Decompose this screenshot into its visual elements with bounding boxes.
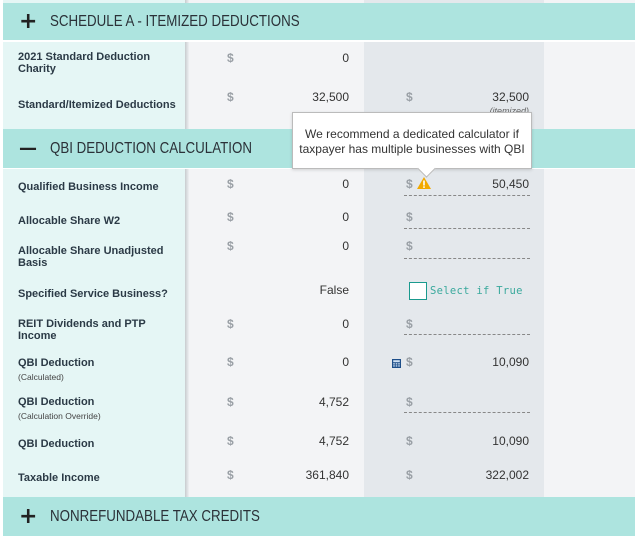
col2-value: 322,002: [485, 468, 529, 482]
currency-symbol: $: [406, 90, 413, 104]
row-label: 2021 Standard Deduction Charity: [18, 51, 151, 75]
expand-plus-icon[interactable]: +: [19, 10, 37, 33]
col2-value: 32,500: [492, 90, 529, 104]
table-row: REIT Dividends and PTP Income $ 0 $: [3, 313, 635, 351]
row-label: QBI Deduction (Calculation Override): [18, 396, 101, 422]
col2-value: 10,090: [492, 434, 529, 448]
reit-input-field[interactable]: $: [364, 313, 544, 351]
table-row: QBI Deduction $ 4,752 $ 10,090: [3, 429, 635, 464]
currency-symbol: $: [406, 177, 413, 191]
currency-symbol: $: [406, 210, 413, 224]
col1-value: 4,752: [318, 434, 349, 448]
currency-symbol: $: [406, 317, 413, 331]
row-label-main: QBI Deduction: [18, 396, 95, 408]
row-label-main: QBI Deduction: [18, 357, 95, 369]
row-label: Taxable Income: [18, 472, 100, 484]
col1-value: 0: [342, 317, 349, 331]
row-label: Allocable Share Unadjusted Basis: [18, 245, 164, 269]
basis-input-field[interactable]: $: [364, 236, 544, 273]
section-title: SCHEDULE A - ITEMIZED DEDUCTIONS: [50, 12, 300, 30]
input-underline: [404, 195, 530, 196]
checkbox-label[interactable]: Select if True: [430, 285, 523, 297]
currency-symbol: $: [227, 395, 234, 409]
col1-value: 0: [342, 177, 349, 191]
warning-icon[interactable]: [417, 177, 431, 189]
table-row: Allocable Share W2 $ 0 $: [3, 203, 635, 236]
currency-symbol: $: [227, 434, 234, 448]
col2-value: 10,090: [492, 355, 529, 369]
section-header-nonrefundable[interactable]: + NONREFUNDABLE TAX CREDITS: [3, 497, 635, 537]
row-sublabel: (Calculation Override): [18, 411, 101, 421]
col1-value: 0: [342, 355, 349, 369]
col1-value: 0: [342, 239, 349, 253]
input-underline: [404, 334, 530, 335]
w2-input-field[interactable]: $: [364, 203, 544, 236]
currency-symbol: $: [227, 468, 234, 482]
col1-value: 4,752: [318, 395, 349, 409]
col1-value: False: [319, 283, 349, 297]
table-row: Taxable Income $ 361,840 $ 322,002: [3, 464, 635, 498]
currency-symbol: $: [406, 355, 413, 369]
section-header-schedule-a[interactable]: + SCHEDULE A - ITEMIZED DEDUCTIONS: [3, 3, 635, 41]
currency-symbol: $: [406, 395, 413, 409]
tooltip-line-2: taxpayer has multiple businesses with QB…: [299, 142, 525, 156]
currency-symbol: $: [227, 317, 234, 331]
currency-symbol: $: [227, 210, 234, 224]
row-sublabel: (Calculated): [18, 372, 64, 382]
col1-value: 361,840: [305, 468, 349, 482]
table-row: Specified Service Business? False Select…: [3, 273, 635, 313]
input-underline: [404, 228, 530, 229]
row-label: REIT Dividends and PTP Income: [18, 318, 146, 342]
row-label: Specified Service Business?: [18, 288, 168, 300]
col1-value: 0: [342, 51, 349, 65]
currency-symbol: $: [406, 434, 413, 448]
qbi-warning-tooltip: We recommend a dedicated calculator if t…: [292, 112, 532, 169]
table-row: QBI Deduction (Calculated) $ 0 $ 10,090: [3, 351, 635, 390]
row-label: Qualified Business Income: [18, 181, 159, 193]
currency-symbol: $: [227, 177, 234, 191]
col1-value: 0: [342, 210, 349, 224]
row-label: QBI Deduction (Calculated): [18, 357, 94, 383]
col1-value: 32,500: [312, 90, 349, 104]
currency-symbol: $: [227, 90, 234, 104]
table-row: QBI Deduction (Calculation Override) $ 4…: [3, 390, 635, 429]
tax-worksheet: + SCHEDULE A - ITEMIZED DEDUCTIONS 2021 …: [3, 0, 635, 539]
collapse-minus-icon[interactable]: —: [19, 139, 37, 158]
qbi-input-field[interactable]: $ 50,450: [364, 169, 544, 203]
col2-value: 50,450: [492, 177, 529, 191]
section-title: NONREFUNDABLE TAX CREDITS: [50, 507, 260, 525]
currency-symbol: $: [406, 468, 413, 482]
row-label: Standard/Itemized Deductions: [18, 99, 176, 111]
currency-symbol: $: [227, 51, 234, 65]
currency-symbol: $: [227, 239, 234, 253]
calculator-icon[interactable]: [392, 359, 401, 368]
row-label: QBI Deduction: [18, 438, 95, 450]
table-row: Qualified Business Income $ 0 $ 50,450: [3, 169, 635, 203]
table-row: 2021 Standard Deduction Charity $ 0: [3, 42, 635, 83]
section-title: QBI DEDUCTION CALCULATION: [50, 139, 252, 157]
qbi-override-input-field[interactable]: $: [364, 390, 544, 429]
currency-symbol: $: [227, 355, 234, 369]
input-underline: [404, 258, 530, 259]
row-label: Allocable Share W2: [18, 215, 121, 227]
input-underline: [404, 412, 530, 413]
currency-symbol: $: [406, 239, 413, 253]
expand-plus-icon[interactable]: +: [19, 505, 37, 528]
table-row: Allocable Share Unadjusted Basis $ 0 $: [3, 236, 635, 273]
tooltip-line-1: We recommend a dedicated calculator if: [305, 127, 519, 141]
specified-service-checkbox[interactable]: [409, 282, 427, 300]
